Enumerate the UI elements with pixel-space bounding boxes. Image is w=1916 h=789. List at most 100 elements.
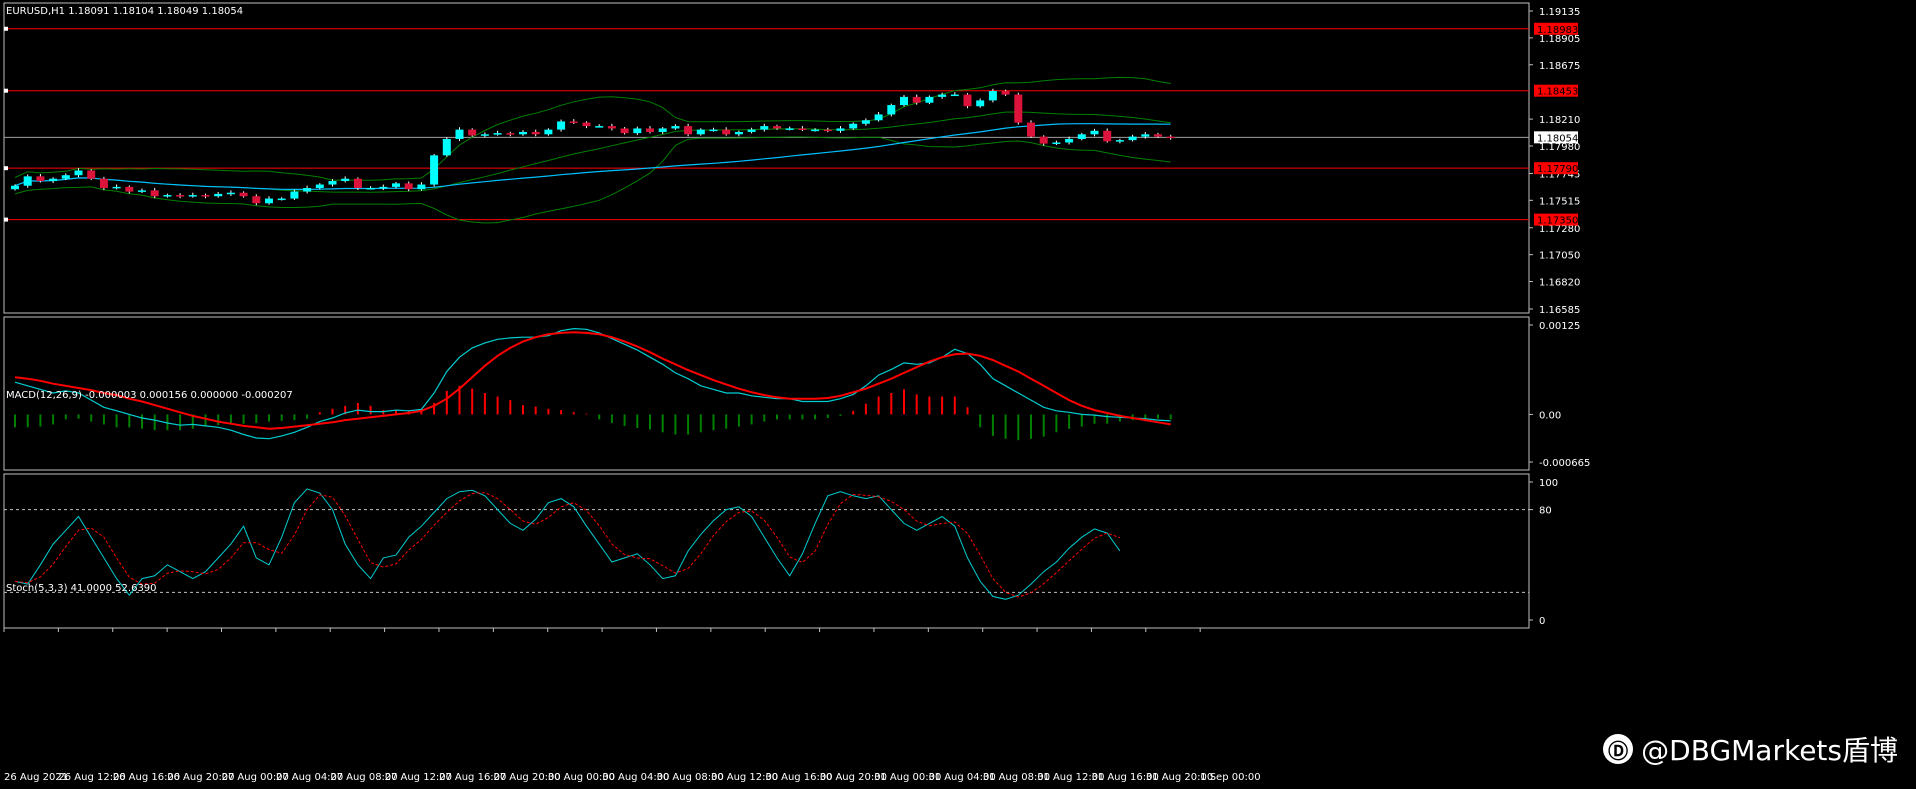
- candle-bull: [544, 129, 553, 135]
- level-tag-label: 1.18453: [1537, 87, 1578, 98]
- candle-bull: [633, 128, 642, 134]
- candle-bull: [709, 129, 718, 132]
- candle-bull: [1090, 130, 1099, 135]
- candle-bull: [138, 190, 146, 192]
- candle-bull: [887, 105, 896, 115]
- candle-bull: [480, 134, 489, 136]
- macd-line: [14, 327, 1171, 440]
- candle-bull: [836, 128, 845, 131]
- price-tick-label: 1.17515: [1539, 196, 1580, 207]
- candle-bull: [74, 170, 83, 176]
- candle-bear: [150, 190, 159, 197]
- candle-bull: [328, 181, 337, 185]
- candle-bull: [734, 131, 743, 135]
- candle-bull: [1115, 140, 1124, 142]
- candle-bear: [684, 126, 693, 135]
- candle-bull: [1065, 138, 1074, 143]
- candle-bull: [938, 94, 947, 97]
- candle-bear: [99, 178, 108, 189]
- price-tick-label: 1.19135: [1539, 7, 1580, 18]
- level-handle: [4, 88, 8, 93]
- candle-bear: [176, 195, 185, 197]
- price-tick-label: 1.16585: [1539, 305, 1580, 316]
- candle-bear: [912, 96, 921, 103]
- candle-bull: [341, 178, 350, 182]
- candle-bull: [11, 185, 19, 190]
- candle-bear: [963, 94, 972, 107]
- candle-bear: [1027, 122, 1035, 137]
- time-tick-label: 1 Sep 00:00: [1200, 772, 1260, 783]
- candle-bull: [1052, 142, 1061, 144]
- level-tag-label: 1.18983: [1537, 25, 1578, 36]
- candle-bull: [112, 186, 121, 189]
- level-handle: [4, 166, 8, 171]
- candle-bear: [582, 122, 591, 127]
- candle-bull: [849, 123, 858, 129]
- macd-signal-line: [14, 331, 1171, 430]
- candle-bear: [798, 128, 807, 130]
- candle-bear: [1103, 130, 1112, 142]
- candle-bear: [125, 186, 134, 192]
- candle-bull: [671, 126, 680, 129]
- watermark: Ⓓ @DBGMarkets盾博: [1603, 729, 1898, 769]
- candle-bull: [658, 128, 667, 132]
- candle-bear: [1039, 136, 1048, 144]
- candle-bull: [557, 121, 566, 130]
- candle-bull: [214, 193, 223, 197]
- candle-bear: [353, 178, 362, 189]
- candle-bull: [290, 191, 299, 199]
- stoch-tick-label: 100: [1539, 478, 1558, 489]
- candle-bull: [392, 183, 400, 187]
- stoch-title: Stoch(5,3,3) 41.0000 52.6390: [6, 583, 157, 594]
- candle-bear: [468, 129, 477, 136]
- candle-bull: [163, 195, 172, 197]
- candle-bull: [874, 114, 883, 121]
- candle-bull: [1141, 134, 1150, 137]
- stoch-tick-label: 80: [1539, 506, 1552, 517]
- candle-bear: [1014, 94, 1023, 123]
- candle-bull: [303, 188, 312, 192]
- candle-bull: [188, 195, 197, 197]
- candle-bull: [277, 198, 286, 201]
- candle-bull: [519, 131, 527, 135]
- level-handle: [4, 217, 8, 222]
- price-tick-label: 1.17050: [1539, 251, 1580, 262]
- macd-tick-label: 0.00: [1539, 410, 1561, 421]
- price-tick-label: 1.18210: [1539, 115, 1580, 126]
- price-tick-label: 1.18675: [1539, 61, 1580, 72]
- candle-bull: [950, 94, 959, 97]
- candle-bull: [760, 126, 769, 130]
- candle-bull: [493, 133, 502, 135]
- candle-bear: [620, 128, 629, 134]
- candle-bear: [1154, 134, 1162, 137]
- candle-bull: [442, 138, 451, 156]
- candle-bear: [722, 129, 731, 135]
- stoch-tick-label: 0: [1539, 616, 1545, 627]
- candle-bull: [23, 176, 32, 186]
- price-tick-label: 1.16820: [1539, 278, 1580, 289]
- candle-bear: [87, 170, 96, 179]
- candle-bull: [900, 96, 908, 106]
- macd-title: MACD(12,26,9) -0.000003 0.000156 0.00000…: [6, 390, 293, 401]
- candle-bull: [430, 155, 439, 185]
- candle-bull: [226, 192, 235, 195]
- candle-bull: [595, 126, 604, 128]
- candle-bear: [1166, 136, 1175, 139]
- candle-bear: [404, 183, 413, 190]
- candle-bull: [49, 178, 58, 182]
- macd-tick-label: -0.000665: [1539, 458, 1590, 469]
- candle-bull: [315, 184, 324, 189]
- candle-bear: [531, 131, 540, 135]
- candle-bull: [455, 129, 464, 139]
- candle-bull: [747, 129, 756, 132]
- candle-bear: [1001, 91, 1010, 95]
- candle-bull: [1077, 134, 1086, 139]
- candle-bull: [417, 184, 426, 190]
- candle-bull: [988, 91, 997, 101]
- candle-bull: [366, 188, 375, 190]
- candle-bull: [785, 128, 794, 130]
- moving-average-line: [14, 123, 1171, 190]
- stoch-main-line: [14, 488, 1121, 600]
- current-price-label: 1.18054: [1537, 133, 1578, 144]
- level-handle: [4, 26, 8, 31]
